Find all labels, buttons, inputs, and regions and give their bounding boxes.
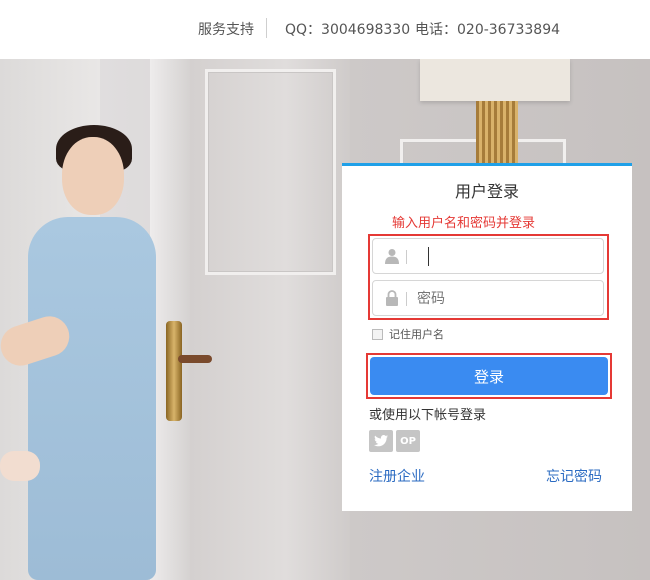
register-company-link[interactable]: 注册企业 [369,466,425,486]
child-arm [0,451,40,481]
bird-glyph [374,435,388,447]
text-caret [428,247,429,266]
twitter-icon[interactable] [369,430,393,452]
op-icon[interactable]: OP [396,430,420,452]
password-input[interactable] [415,287,599,311]
service-support-link[interactable]: 服务支持 [198,19,254,39]
login-hint: 输入用户名和密码并登录 [392,216,536,231]
person-face [62,137,124,215]
login-title: 用户登录 [454,182,519,201]
phone-contact: 电话：020-36733894 [415,22,561,38]
qq-contact: QQ：3004698330 [285,22,411,38]
forgot-password-link[interactable]: 忘记密码 [546,466,602,486]
username-input[interactable] [415,245,599,269]
lamp-shade [420,59,570,101]
remember-label: 记住用户名 [389,328,444,341]
login-button[interactable]: 登录 [370,357,608,395]
field-separator [406,250,407,264]
field-separator [406,292,407,306]
lock-icon [386,290,398,306]
top-bar: 服务支持 QQ：3004698330 电话：020-36733894 [0,0,650,59]
divider [266,18,267,38]
user-icon [385,249,399,264]
alt-login-label: 或使用以下帐号登录 [369,408,487,423]
door-panel [205,69,336,275]
door-handle [166,321,182,421]
remember-checkbox[interactable] [372,328,383,340]
username-field[interactable] [372,238,604,274]
person-dress [28,217,156,580]
login-card: 用户登录 输入用户名和密码并登录 记住用户名 登录 或使用以下帐号登录 OP 注… [342,163,632,511]
door-lever [178,355,212,363]
door-frame [150,59,190,580]
remember-username[interactable]: 记住用户名 [372,326,444,342]
password-field[interactable] [372,280,604,316]
